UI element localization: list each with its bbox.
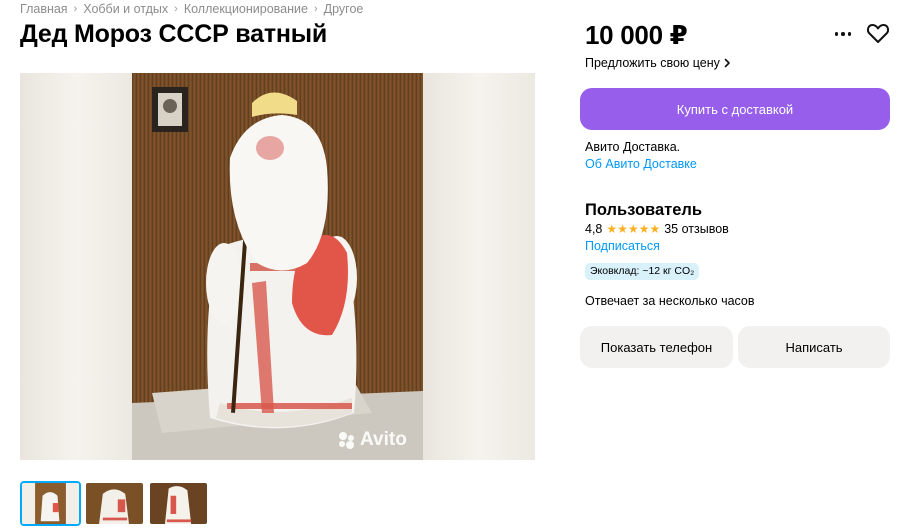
- breadcrumb-item-other[interactable]: Другое: [324, 2, 364, 16]
- show-phone-button[interactable]: Показать телефон: [580, 326, 733, 368]
- thumbnail-3[interactable]: [148, 481, 209, 526]
- gallery-blur-left: [20, 73, 132, 460]
- subscribe-link[interactable]: Подписаться: [585, 239, 660, 253]
- thumbnail-1[interactable]: [20, 481, 81, 526]
- offer-price-label: Предложить свою цену: [585, 56, 720, 70]
- price: 10 000 ₽: [585, 20, 688, 50]
- chevron-right-icon: ›: [313, 3, 318, 15]
- breadcrumb: Главная › Хобби и отдых › Коллекциониров…: [20, 2, 363, 16]
- offer-price-link[interactable]: Предложить свою цену: [585, 56, 731, 70]
- breadcrumb-item-collecting[interactable]: Коллекционирование: [184, 2, 308, 16]
- gallery-blur-right: [423, 73, 535, 460]
- star-icon: ★: [627, 222, 639, 236]
- thumbnail-strip: [20, 481, 209, 526]
- buy-with-delivery-button[interactable]: Купить с доставкой: [580, 88, 890, 130]
- rating-stars: ★ ★ ★ ★ ★: [606, 223, 660, 235]
- rating-value: 4,8: [585, 222, 603, 236]
- avito-watermark: Avito: [337, 429, 407, 451]
- write-message-button[interactable]: Написать: [738, 326, 890, 368]
- more-dots-icon[interactable]: [832, 24, 854, 44]
- response-time: Отвечает за несколько часов: [585, 294, 755, 308]
- breadcrumb-item-home[interactable]: Главная: [20, 2, 68, 16]
- delivery-info-link[interactable]: Об Авито Доставке: [585, 157, 697, 171]
- breadcrumb-item-hobby[interactable]: Хобби и отдых: [83, 2, 168, 16]
- seller-name[interactable]: Пользователь: [585, 201, 702, 220]
- star-icon: ★: [606, 222, 618, 236]
- reviews-link[interactable]: 35 отзывов: [664, 222, 729, 236]
- eco-badge: Эковклад: ~12 кг CO₂: [585, 263, 700, 280]
- star-icon: ★: [617, 222, 628, 236]
- chevron-right-icon: [724, 58, 730, 68]
- chevron-right-icon: ›: [73, 3, 78, 15]
- page-title: Дед Мороз СССР ватный: [20, 20, 328, 48]
- chevron-right-icon: ›: [174, 3, 178, 15]
- avito-logo-icon: [339, 432, 354, 449]
- star-icon: ★: [649, 222, 661, 236]
- heart-icon[interactable]: [866, 22, 890, 44]
- photo-gallery[interactable]: Avito: [20, 73, 535, 460]
- star-icon: ★: [638, 222, 650, 236]
- thumbnail-2[interactable]: [84, 481, 145, 526]
- seller-rating: 4,8 ★ ★ ★ ★ ★ 35 отзывов: [585, 222, 729, 236]
- delivery-text: Авито Доставка.: [585, 140, 681, 154]
- main-photo[interactable]: [132, 73, 423, 460]
- watermark-text: Avito: [360, 429, 407, 450]
